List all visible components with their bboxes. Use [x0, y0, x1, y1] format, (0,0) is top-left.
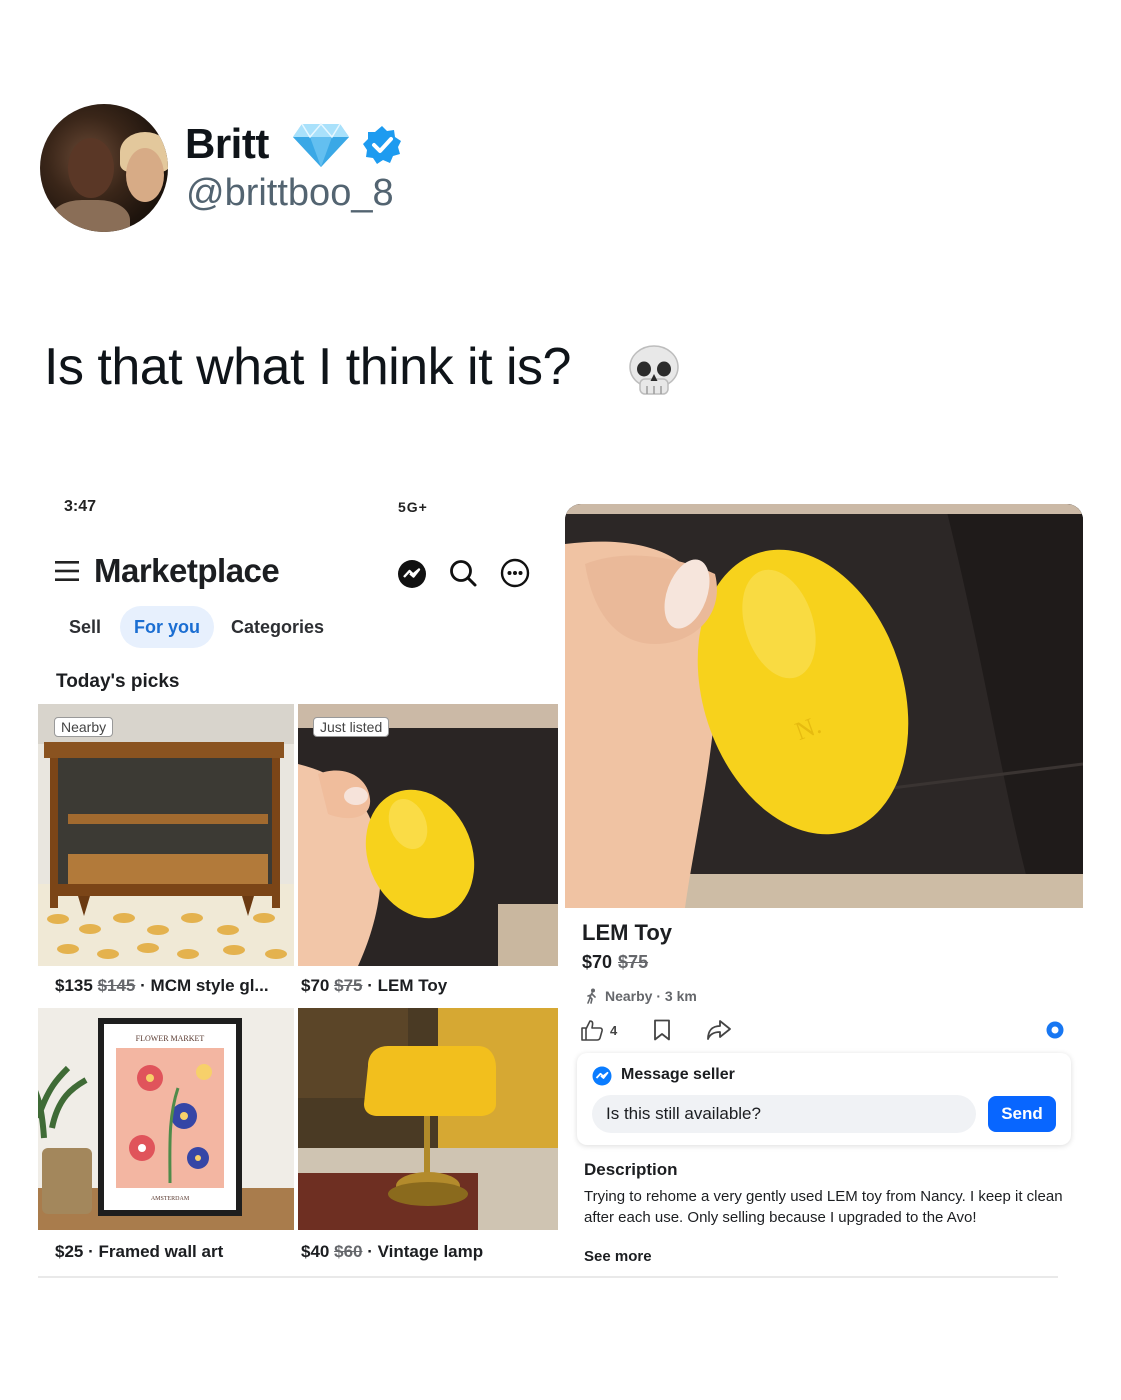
listing-caption[interactable]: $70 $75 · LEM Toy: [301, 976, 447, 996]
separator: ·: [367, 1242, 373, 1261]
listing-title: LEM Toy: [582, 920, 673, 945]
tab-sell[interactable]: Sell: [55, 606, 115, 648]
avatar[interactable]: [40, 104, 168, 232]
user-handle[interactable]: @brittboo_8: [186, 172, 394, 215]
share-icon[interactable]: [706, 1018, 732, 1042]
listing-price: $70 $75: [582, 952, 648, 973]
send-button[interactable]: Send: [988, 1096, 1056, 1132]
listing-name: LEM Toy: [377, 976, 448, 995]
gem-icon: [293, 122, 349, 167]
separator: ·: [367, 976, 373, 995]
separator: ·: [88, 1242, 94, 1261]
avatar-figure: [50, 200, 130, 232]
verified-icon: [363, 126, 401, 164]
listing-caption[interactable]: $135 $145 · MCM style gl...: [55, 976, 269, 996]
like-count: 4: [610, 1023, 618, 1038]
status-time: 3:47: [64, 498, 97, 515]
poster-text: AMSTERDAM: [151, 1196, 190, 1202]
listing-caption[interactable]: $40 $60 · Vintage lamp: [301, 1242, 483, 1262]
poster-text: FLOWER MARKET: [136, 1034, 205, 1043]
listing-badge: Just listed: [313, 717, 390, 737]
section-title: Today's picks: [56, 671, 180, 692]
listing-price: $40: [301, 1242, 330, 1261]
avatar-figure: [68, 138, 114, 198]
divider: [38, 1276, 1058, 1278]
listing-location: Nearby · 3 km: [605, 988, 697, 1004]
message-input[interactable]: [592, 1095, 976, 1133]
page-title: Marketplace: [94, 552, 280, 589]
price-old: $75: [618, 952, 649, 972]
message-seller-title: Message seller: [621, 1066, 735, 1083]
messenger-icon: [592, 1066, 612, 1086]
listing-photo-wall-art[interactable]: FLOWER MARKET AMSTERDAM: [38, 1008, 294, 1230]
search-icon[interactable]: [448, 558, 478, 588]
listing-badge: Nearby: [54, 717, 114, 737]
tab-for-you[interactable]: For you: [120, 606, 214, 648]
listing-photo-lamp[interactable]: [298, 1008, 558, 1230]
listing-name: Vintage lamp: [377, 1242, 484, 1261]
listing-photo-lem-toy[interactable]: [298, 704, 558, 966]
listing-old-price: $145: [97, 976, 136, 995]
listing-old-price: $75: [334, 976, 363, 995]
notification-dot-icon: [1046, 1021, 1064, 1039]
listing-name: MCM style gl...: [150, 976, 269, 995]
separator: ·: [140, 976, 146, 995]
status-signal: 5G+: [398, 499, 428, 515]
display-name[interactable]: Britt: [185, 120, 269, 168]
listing-price: $135: [55, 976, 93, 995]
tweet-text: Is that what I think it is?: [44, 338, 571, 396]
avatar-figure: [126, 148, 164, 202]
thumbs-up-icon[interactable]: [580, 1018, 604, 1042]
listing-price: $25: [55, 1242, 84, 1261]
menu-icon[interactable]: [55, 560, 79, 582]
price-current: $70: [582, 952, 613, 972]
listing-name: Framed wall art: [98, 1242, 224, 1261]
messenger-icon[interactable]: [397, 559, 427, 589]
description-title: Description: [584, 1160, 678, 1179]
description-text: Trying to rehome a very gently used LEM …: [584, 1188, 1063, 1226]
listing-price: $70: [301, 976, 330, 995]
skull-icon: [629, 345, 679, 395]
listing-photo-cabinet[interactable]: [38, 704, 294, 966]
bookmark-icon[interactable]: [652, 1019, 672, 1041]
more-icon[interactable]: [500, 558, 530, 588]
see-more-link[interactable]: See more: [584, 1248, 652, 1264]
listing-old-price: $60: [334, 1242, 363, 1261]
listing-detail-photo[interactable]: N.: [565, 504, 1083, 908]
walking-icon: [587, 988, 596, 1004]
listing-caption[interactable]: $25 · Framed wall art: [55, 1242, 223, 1262]
tab-categories[interactable]: Categories: [217, 606, 338, 648]
